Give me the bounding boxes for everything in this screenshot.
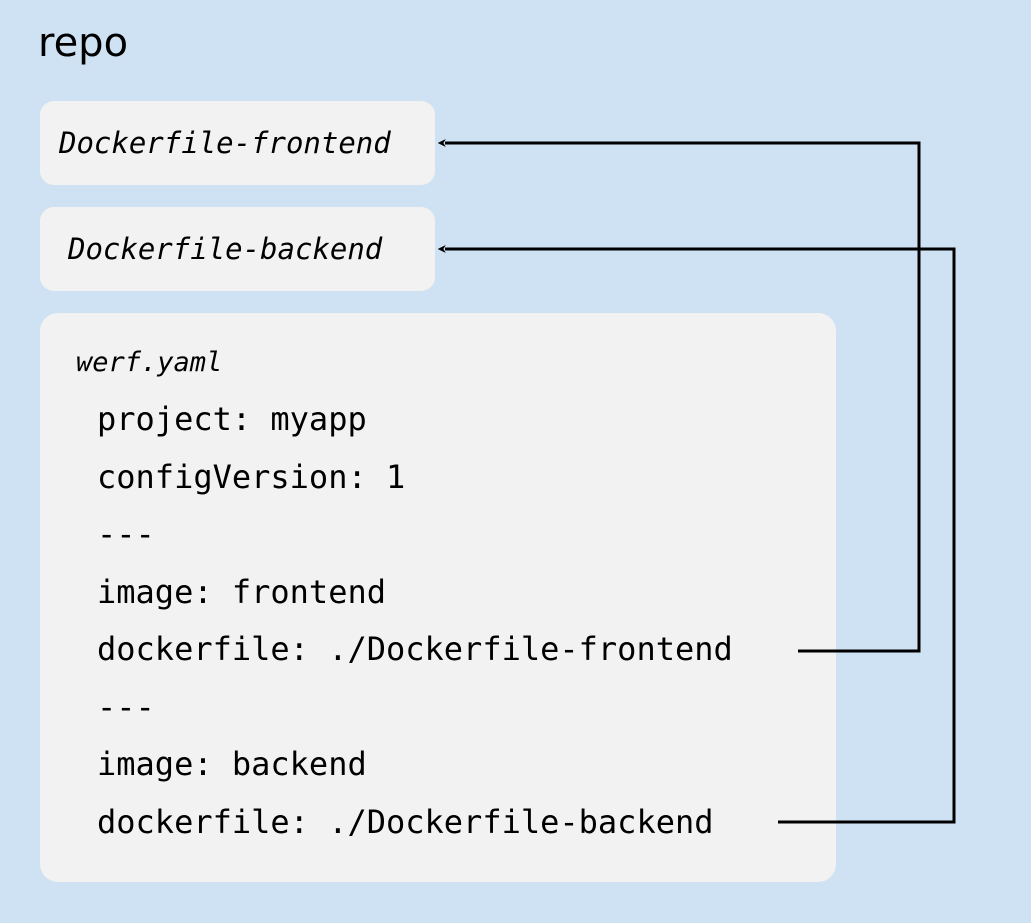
config-line-dockerfile-frontend: dockerfile: ./Dockerfile-frontend <box>97 630 733 668</box>
repo-title: repo <box>38 20 129 66</box>
dockerfile-backend-label: Dockerfile-backend <box>68 232 383 266</box>
config-line-image-frontend: image: frontend <box>97 572 386 611</box>
dockerfile-backend-box: Dockerfile-backend <box>40 207 435 291</box>
dockerfile-frontend-label: Dockerfile-frontend <box>59 126 391 160</box>
dockerfile-frontend-box: Dockerfile-frontend <box>40 101 435 185</box>
werf-config-lines: project: myapp configVersion: 1 --- imag… <box>97 391 733 851</box>
config-line-dockerfile-backend: dockerfile: ./Dockerfile-backend <box>97 802 714 841</box>
config-line-config-version: configVersion: 1 <box>97 457 406 496</box>
config-line-project: project: myapp <box>97 400 367 438</box>
werf-config-filename: werf.yaml <box>76 347 223 378</box>
config-line-separator: --- <box>97 515 155 553</box>
werf-config-box: werf.yaml project: myapp configVersion: … <box>40 313 836 882</box>
config-line-separator: --- <box>97 687 155 726</box>
config-line-image-backend: image: backend <box>97 745 367 783</box>
